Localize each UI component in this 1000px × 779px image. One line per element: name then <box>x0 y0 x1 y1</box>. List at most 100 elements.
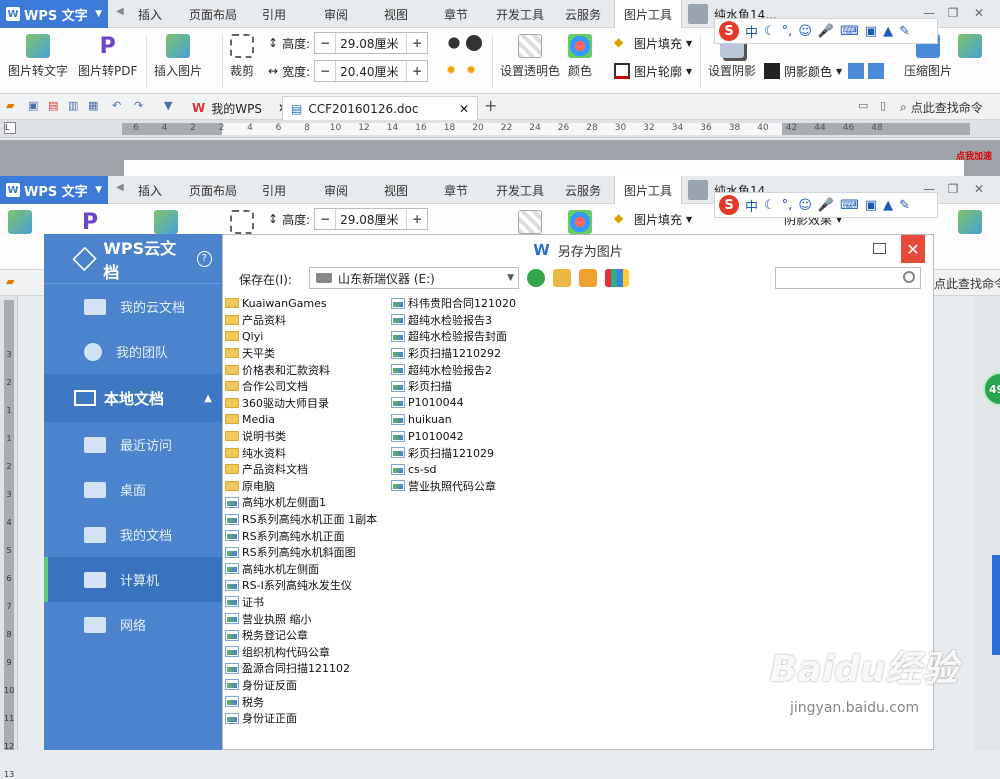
help-icon[interactable]: ? <box>196 250 212 267</box>
more-button-2[interactable] <box>958 210 982 234</box>
shadow-color-button[interactable]: 阴影颜色 ▼ <box>764 60 842 82</box>
punct-icon[interactable]: °, <box>782 24 793 39</box>
pic-fill-button[interactable]: ◆ 图片填充 ▼ <box>614 32 692 54</box>
tab-insert-2[interactable]: 插入 <box>130 176 170 204</box>
plus-icon[interactable]: + <box>407 33 427 53</box>
tab-document[interactable]: ▤ CCF20160126.doc ✕ <box>282 96 478 120</box>
sidebar-item-computer[interactable]: 计算机 <box>44 557 222 602</box>
image-file-item[interactable]: RS-Ⅰ系列高纯水发生仪 <box>225 577 377 594</box>
punct-icon[interactable]: °, <box>782 198 793 213</box>
image-file-item[interactable]: RS系列高纯水机正面 <box>225 527 377 544</box>
height-spinner-2[interactable]: − 29.08厘米 + <box>314 208 429 230</box>
image-file-item[interactable]: 证书 <box>225 594 377 611</box>
image-file-item[interactable]: 盈源合同扫描121102 <box>225 660 377 677</box>
image-file-item[interactable]: 科伟贵阳合同121020 <box>391 295 516 312</box>
width-value[interactable]: 20.40厘米 <box>335 61 408 81</box>
tab-section-2[interactable]: 章节 <box>436 176 476 204</box>
folder-item[interactable]: 天平类 <box>225 345 377 362</box>
plus-icon[interactable]: + <box>407 61 427 81</box>
side-panel-tab[interactable] <box>992 555 1000 655</box>
image-file-item[interactable]: 营业执照 缩小 <box>225 610 377 627</box>
skin-icon[interactable]: ▲ <box>883 24 893 39</box>
sidebar-item-desktop[interactable]: 桌面 <box>44 467 222 512</box>
restore-icon[interactable]: ❐ <box>946 6 960 20</box>
save-icon[interactable]: ▣ <box>28 99 42 113</box>
ime-mode[interactable]: 中 <box>745 22 758 41</box>
tab-cloud-2[interactable]: 云服务 <box>560 176 606 204</box>
lock-icon[interactable]: ▯ <box>880 99 894 113</box>
tab-developer[interactable]: 开发工具 <box>490 0 550 28</box>
mic-icon[interactable]: 🎤 <box>818 198 834 213</box>
sidebar-item-my-team[interactable]: 我的团队 <box>44 329 222 374</box>
undo-icon[interactable]: ↶ <box>112 99 126 113</box>
skin-icon[interactable]: ▲ <box>883 198 893 213</box>
wps-menu-button[interactable]: W WPS 文字 ▼ <box>0 0 108 28</box>
keyboard-icon[interactable]: ⌨ <box>840 198 859 213</box>
preview-icon[interactable]: ▦ <box>88 99 102 113</box>
wrench-icon[interactable]: ✎ <box>899 24 910 39</box>
pic-outline-button[interactable]: 图片轮廓 ▼ <box>614 60 692 82</box>
keyboard-icon[interactable]: ⌨ <box>840 24 859 39</box>
chevron-down-icon[interactable]: ▼ <box>164 99 178 113</box>
image-file-item[interactable]: 税务 <box>225 693 377 710</box>
prev-icon[interactable]: ◀ <box>116 6 128 22</box>
more-button[interactable] <box>958 34 982 58</box>
command-search[interactable]: ⌕ 点此查找命令 <box>900 97 983 117</box>
tab-view[interactable]: 视图 <box>376 0 416 28</box>
folder-item[interactable]: 纯水资料 <box>225 444 377 461</box>
folder-open-icon[interactable]: ▰ <box>6 275 20 289</box>
ime-mode-2[interactable]: 中 <box>745 196 758 215</box>
tab-review-2[interactable]: 审阅 <box>316 176 356 204</box>
tab-cloud[interactable]: 云服务 <box>560 0 606 28</box>
image-file-item[interactable]: 彩页扫描1210292 <box>391 345 516 362</box>
speed-up-badge[interactable]: 点我加速 <box>956 140 1000 162</box>
image-file-item[interactable]: 高纯水机左侧面1 <box>225 494 377 511</box>
image-file-item[interactable]: huikuan <box>391 411 516 428</box>
set-transparent-button-2[interactable] <box>518 210 542 234</box>
ime-toolbar[interactable]: S 中 ☾ °, ☺ 🎤 ⌨ ▣ ▲ ✎ <box>714 18 938 44</box>
plus-icon[interactable]: + <box>407 209 427 229</box>
tab-view-2[interactable]: 视图 <box>376 176 416 204</box>
image-file-item[interactable]: RS系列高纯水机斜面图 <box>225 544 377 561</box>
sidebar-item-my-docs[interactable]: 我的文档 <box>44 512 222 557</box>
insert-picture-button[interactable]: 插入图片 <box>154 34 202 79</box>
image-file-item[interactable]: 彩页扫描 <box>391 378 516 395</box>
pic-fill-button-2[interactable]: ◆ 图片填充 ▼ <box>614 208 692 230</box>
image-file-item[interactable]: P1010044 <box>391 395 516 412</box>
color-button-2[interactable] <box>568 210 592 234</box>
toolbox-icon[interactable]: ▣ <box>865 198 877 213</box>
image-file-item[interactable]: cs-sd <box>391 461 516 478</box>
tab-picture-tools-2[interactable]: 图片工具 <box>614 176 682 204</box>
back-icon[interactable] <box>527 269 545 287</box>
folder-item[interactable]: 产品资料 <box>225 312 377 329</box>
image-file-item[interactable]: 高纯水机左侧面 <box>225 561 377 578</box>
folder-open-icon[interactable]: ▰ <box>6 99 20 113</box>
folder-item[interactable]: Media <box>225 411 377 428</box>
redo-icon[interactable]: ↷ <box>134 99 148 113</box>
crop-button[interactable]: 裁剪 <box>230 34 254 79</box>
dialog-close-button[interactable]: ✕ <box>901 235 925 263</box>
page-icon[interactable]: ▭ <box>858 99 872 113</box>
height-value[interactable]: 29.08厘米 <box>335 33 408 53</box>
right-scrollbar[interactable] <box>974 296 1000 750</box>
image-file-item[interactable]: 组织机构代码公章 <box>225 643 377 660</box>
insert-picture-button-2[interactable] <box>154 210 178 234</box>
shadow-nudge-buttons[interactable] <box>848 60 884 82</box>
folder-item[interactable]: 价格表和汇款资料 <box>225 361 377 378</box>
tab-layout[interactable]: 页面布局 <box>180 0 246 28</box>
pic-to-pdf-button-2[interactable]: P <box>78 210 102 235</box>
print-icon[interactable]: ▥ <box>68 99 82 113</box>
restore-icon[interactable]: ❐ <box>946 182 960 196</box>
save-location-select[interactable]: 山东新瑞仪器 (E:) ▼ <box>309 267 519 289</box>
chevron-up-icon[interactable]: ▲ <box>204 393 212 404</box>
tab-stop-icon[interactable]: L <box>4 122 16 134</box>
maximize-icon[interactable] <box>873 243 886 254</box>
color-button[interactable]: 颜色 <box>568 34 592 79</box>
folder-item[interactable]: KuaiwanGames <box>225 295 377 312</box>
section-local-docs[interactable]: 本地文档 ▲ <box>44 374 222 422</box>
sidebar-item-network[interactable]: 网络 <box>44 602 222 647</box>
up-folder-icon[interactable] <box>553 269 571 287</box>
toolbox-icon[interactable]: ▣ <box>865 24 877 39</box>
horizontal-ruler[interactable]: L 6 4 2 2 4 6 8 10 12 14 16 18 20 22 24 26 28 30 32 34 36 38 4… <box>0 120 1000 138</box>
tab-review[interactable]: 审阅 <box>316 0 356 28</box>
